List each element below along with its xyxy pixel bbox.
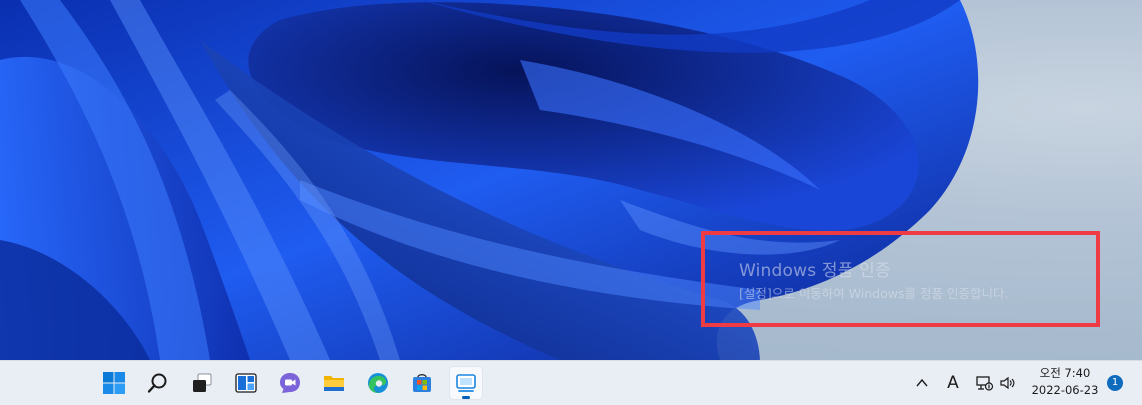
app-window-icon [456, 374, 476, 392]
network-button[interactable] [972, 370, 996, 396]
edge-icon [368, 373, 388, 393]
search-icon [147, 373, 167, 393]
notification-badge[interactable]: 1 [1107, 375, 1123, 391]
taskbar: A 오전 7:40 2022-06-23 1 [0, 360, 1142, 405]
clock-time: 오전 7:40 [1039, 366, 1091, 380]
chat-button[interactable] [274, 367, 306, 399]
widgets-icon [235, 373, 257, 393]
folder-icon [324, 376, 344, 391]
red-highlight-box [701, 231, 1100, 327]
clock-date: 2022-06-23 [1031, 383, 1099, 397]
speaker-icon [1000, 376, 1015, 390]
widgets-button[interactable] [230, 367, 262, 399]
active-app-button[interactable] [450, 367, 482, 399]
store-button[interactable] [406, 367, 438, 399]
chevron-up-icon [916, 378, 928, 387]
start-button[interactable] [98, 367, 130, 399]
show-hidden-icons-button[interactable] [912, 370, 932, 396]
windows-start-icon [103, 372, 125, 394]
task-view-icon [193, 373, 212, 392]
search-button[interactable] [142, 367, 174, 399]
input-indicator[interactable]: A [942, 370, 964, 396]
active-app-indicator [462, 396, 470, 399]
edge-button[interactable] [362, 367, 394, 399]
network-icon [976, 376, 994, 391]
store-icon [413, 374, 431, 392]
file-explorer-button[interactable] [318, 367, 350, 399]
volume-button[interactable] [998, 370, 1018, 396]
system-clock[interactable]: 오전 7:40 2022-06-23 [1025, 365, 1105, 399]
teams-chat-icon [280, 373, 300, 393]
task-view-button[interactable] [186, 367, 218, 399]
